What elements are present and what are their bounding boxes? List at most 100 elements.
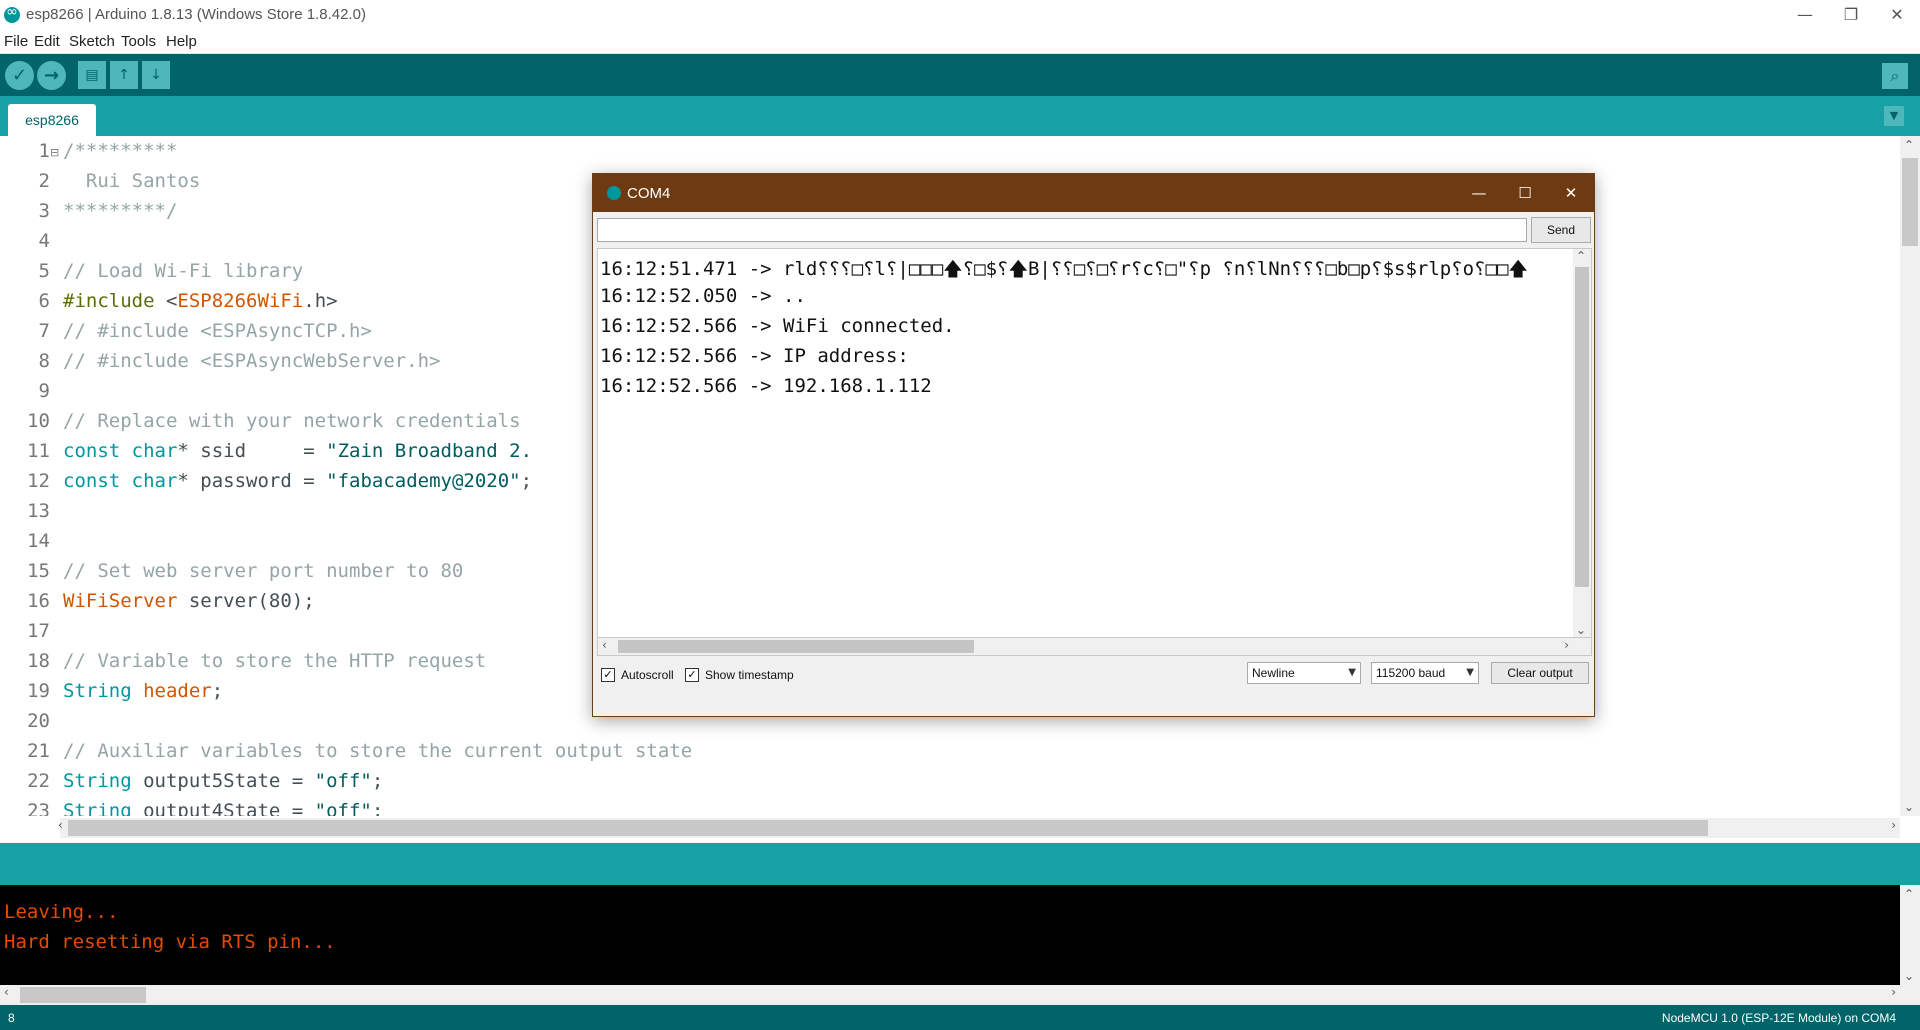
serial-output-line: 16:12:52.050 -> ..	[600, 285, 806, 307]
code-token: // Load Wi-Fi library	[63, 260, 304, 282]
console-horizontal-scrollbar[interactable]: ‹ ›	[0, 985, 1920, 1005]
code-line[interactable]: // Replace with your network credentials	[63, 410, 521, 432]
code-line[interactable]: // Variable to store the HTTP request	[63, 650, 486, 672]
console-vertical-scrollbar[interactable]: ⌃ ⌄	[1900, 885, 1920, 985]
serial-horizontal-scroll-thumb[interactable]	[618, 640, 974, 653]
code-line[interactable]: String output5State = "off";	[63, 770, 383, 792]
scroll-left-icon[interactable]: ‹	[4, 985, 9, 999]
code-line[interactable]: /*********	[63, 140, 177, 162]
scroll-up-icon[interactable]: ⌃	[1576, 249, 1586, 263]
window-titlebar: esp8266 | Arduino 1.8.13 (Windows Store …	[0, 0, 1920, 30]
line-number: 19	[27, 680, 50, 702]
scroll-left-icon[interactable]: ‹	[602, 638, 607, 652]
fold-toggle-icon[interactable]: ⊟	[50, 146, 59, 159]
serial-output-line: 16:12:51.471 -> rld⸮⸮⸮□⸮l⸮|□□□🡅⸮□$⸮🡅B|⸮⸮…	[600, 258, 1528, 280]
menu-help[interactable]: Help	[166, 33, 197, 50]
verify-button[interactable]: ✓	[5, 61, 34, 90]
editor-horizontal-scroll-thumb[interactable]	[68, 820, 1708, 836]
baud-rate-select[interactable]: 115200 baud ▼	[1371, 662, 1479, 684]
show-timestamp-label: Show timestamp	[705, 668, 794, 682]
console-line: Leaving...	[4, 901, 119, 923]
autoscroll-checkbox[interactable]: ✓	[601, 668, 615, 682]
tab-menu-button[interactable]: ▼	[1884, 106, 1904, 126]
line-number: 4	[38, 230, 50, 252]
clear-output-button[interactable]: Clear output	[1491, 662, 1589, 684]
code-line[interactable]: const char* ssid = "Zain Broadband 2.	[63, 440, 532, 462]
code-line[interactable]: // #include <ESPAsyncWebServer.h>	[63, 350, 441, 372]
save-sketch-button[interactable]: ↓	[142, 61, 170, 89]
code-line[interactable]: String output4State = "off";	[63, 800, 383, 816]
serial-options-bar: ✓ Autoscroll ✓ Show timestamp Newline ▼ …	[593, 660, 1594, 716]
code-token: String	[63, 680, 132, 702]
code-token: output4State =	[131, 800, 315, 816]
editor-horizontal-scrollbar[interactable]: ‹ ›	[58, 818, 1900, 838]
console-horizontal-scroll-thumb[interactable]	[20, 987, 146, 1003]
code-token: // Variable to store the HTTP request	[63, 650, 487, 672]
open-sketch-button[interactable]: ↑	[110, 61, 138, 89]
scroll-right-icon[interactable]: ›	[1891, 985, 1896, 999]
scroll-down-icon[interactable]: ⌄	[1904, 969, 1914, 983]
tab-bar: esp8266 ▼	[0, 96, 1920, 136]
code-line[interactable]: #include <ESP8266WiFi.h>	[63, 290, 338, 312]
maximize-button[interactable]: ❐	[1828, 0, 1874, 30]
serial-vertical-scrollbar[interactable]: ⌃ ⌄	[1573, 249, 1591, 637]
menu-sketch[interactable]: Sketch	[69, 33, 115, 50]
menu-file[interactable]: File	[4, 33, 28, 50]
serial-output-area[interactable]: 16:12:51.471 -> rld⸮⸮⸮□⸮l⸮|□□□🡅⸮□$⸮🡅B|⸮⸮…	[597, 248, 1592, 638]
code-token: String	[63, 800, 132, 816]
menu-tools[interactable]: Tools	[121, 33, 156, 50]
line-ending-select[interactable]: Newline ▼	[1247, 662, 1361, 684]
new-sketch-button[interactable]: ▤	[78, 61, 106, 89]
line-number: 16	[27, 590, 50, 612]
console-line: Hard resetting via RTS pin...	[4, 931, 336, 953]
status-bar: 8 NodeMCU 1.0 (ESP-12E Module) on COM4	[0, 1005, 1920, 1030]
editor-vertical-scrollbar[interactable]: ⌃ ⌄	[1900, 136, 1920, 816]
upload-button[interactable]: →	[37, 61, 66, 90]
scroll-right-icon[interactable]: ›	[1891, 818, 1896, 832]
code-line[interactable]: // Load Wi-Fi library	[63, 260, 303, 282]
autoscroll-label: Autoscroll	[621, 668, 674, 682]
serial-monitor-button[interactable]: ⌕	[1882, 63, 1908, 89]
code-token: .h>	[303, 290, 338, 312]
code-line[interactable]: // Auxiliar variables to store the curre…	[63, 740, 692, 762]
scroll-up-icon[interactable]: ⌃	[1904, 138, 1914, 152]
new-file-icon: ▤	[85, 67, 99, 83]
scroll-down-icon[interactable]: ⌄	[1576, 623, 1586, 637]
line-number: 12	[27, 470, 50, 492]
code-line[interactable]: String header;	[63, 680, 223, 702]
serial-send-input[interactable]	[597, 218, 1527, 242]
minimize-button[interactable]: —	[1782, 0, 1828, 30]
editor-vertical-scroll-thumb[interactable]	[1902, 158, 1918, 246]
code-token: ;	[520, 470, 533, 492]
line-number: 21	[27, 740, 50, 762]
code-line[interactable]: Rui Santos	[63, 170, 200, 192]
serial-minimize-button[interactable]: —	[1456, 174, 1502, 212]
code-line[interactable]: // Set web server port number to 80	[63, 560, 463, 582]
serial-maximize-button[interactable]: ☐	[1502, 174, 1548, 212]
code-line[interactable]: // #include <ESPAsyncTCP.h>	[63, 320, 372, 342]
serial-vertical-scroll-thumb[interactable]	[1575, 267, 1589, 587]
line-number: 20	[27, 710, 50, 732]
scroll-down-icon[interactable]: ⌄	[1904, 800, 1914, 814]
code-token: WiFiServer	[63, 590, 178, 612]
scroll-up-icon[interactable]: ⌃	[1904, 887, 1914, 901]
code-line[interactable]: *********/	[63, 200, 177, 222]
line-number: 10	[27, 410, 50, 432]
code-token: const	[63, 470, 121, 492]
show-timestamp-checkbox[interactable]: ✓	[685, 668, 699, 682]
serial-horizontal-scrollbar[interactable]: ‹ ›	[597, 638, 1592, 656]
menu-edit[interactable]: Edit	[34, 33, 60, 50]
serial-close-button[interactable]: ✕	[1548, 174, 1594, 212]
line-number: 1	[38, 140, 50, 162]
scroll-left-icon[interactable]: ‹	[58, 818, 63, 832]
tab-esp8266[interactable]: esp8266	[8, 104, 96, 136]
close-button[interactable]: ✕	[1874, 0, 1920, 30]
chevron-down-icon: ▼	[1348, 667, 1356, 678]
scroll-right-icon[interactable]: ›	[1564, 638, 1569, 652]
send-button[interactable]: Send	[1531, 217, 1591, 243]
checkmark-icon: ✓	[11, 65, 28, 86]
status-board-port: NodeMCU 1.0 (ESP-12E Module) on COM4	[1661, 1011, 1896, 1025]
code-line[interactable]: WiFiServer server(80);	[63, 590, 315, 612]
code-line[interactable]: const char* password = "fabacademy@2020"…	[63, 470, 532, 492]
